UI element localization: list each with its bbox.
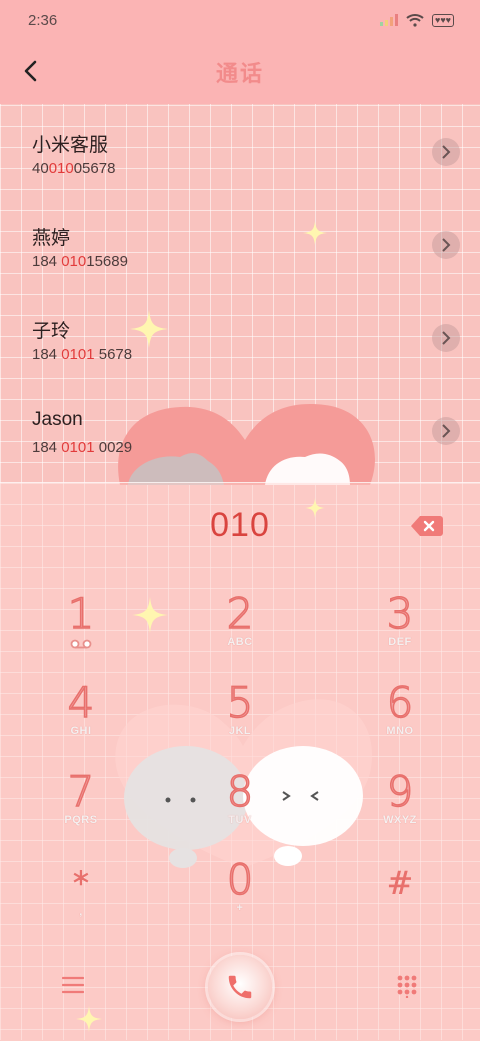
contact-row[interactable]: 燕婷 184 01015689 <box>0 197 480 290</box>
status-bar: 2:36 ♥♥♥ <box>0 0 480 40</box>
dial-number-display[interactable]: 010 <box>0 506 480 552</box>
contact-name: 子玲 <box>32 321 71 342</box>
wifi-icon <box>406 14 424 27</box>
dial-key-4[interactable]: 4 GHI <box>36 680 126 761</box>
chevron-right-icon <box>442 238 451 252</box>
phone-icon <box>228 975 252 999</box>
status-icons: ♥♥♥ <box>379 13 454 27</box>
dial-key-1[interactable]: 1 <box>36 591 126 672</box>
contact-name: 小米客服 <box>32 135 109 156</box>
dial-key-6[interactable]: 6 MNO <box>355 680 445 761</box>
status-time: 2:36 <box>28 11 58 29</box>
chevron-left-icon <box>24 60 37 82</box>
contact-detail-button[interactable] <box>432 138 460 166</box>
dial-key-0[interactable]: 0 + <box>195 857 285 938</box>
sparkle-icon <box>132 597 168 633</box>
voicemail-icon <box>70 639 92 649</box>
keypad-icon[interactable] <box>396 974 418 998</box>
sparkle-icon <box>130 310 168 348</box>
chevron-right-icon <box>442 424 451 438</box>
contact-detail-button[interactable] <box>432 324 460 352</box>
dial-key-7[interactable]: 7 PQRS <box>36 769 126 850</box>
contact-number: 184 0101 0029 <box>32 439 133 456</box>
chevron-right-icon <box>442 145 451 159</box>
dial-key-2[interactable]: 2 ABC <box>195 591 285 672</box>
dial-key-5[interactable]: 5 JKL <box>195 680 285 761</box>
sparkle-icon <box>76 1006 102 1032</box>
dial-key-hash[interactable]: # <box>355 862 445 942</box>
contact-number: 184 0101 5678 <box>32 346 133 363</box>
signal-icon <box>379 14 398 26</box>
back-button[interactable] <box>16 56 46 86</box>
contact-detail-button[interactable] <box>432 417 460 445</box>
dial-key-star[interactable]: * , <box>36 862 126 942</box>
battery-icon: ♥♥♥ <box>431 13 454 27</box>
backspace-icon[interactable] <box>410 514 444 538</box>
contact-name: 燕婷 <box>32 228 71 249</box>
contact-row[interactable]: 小米客服 4001005678 <box>0 104 480 197</box>
contact-number: 4001005678 <box>32 160 116 177</box>
contact-row[interactable]: Jason 184 0101 0029 <box>0 383 480 476</box>
dial-key-9[interactable]: 9 WXYZ <box>355 769 445 850</box>
contact-name: Jason <box>32 409 83 430</box>
contact-number: 184 01015689 <box>32 253 128 270</box>
menu-icon[interactable] <box>62 976 84 994</box>
sparkle-icon <box>303 221 327 245</box>
page-title: 通话 <box>215 61 264 86</box>
contact-detail-button[interactable] <box>432 231 460 259</box>
dial-key-8[interactable]: 8 TUV <box>195 769 285 850</box>
call-button[interactable] <box>208 955 272 1019</box>
chevron-right-icon <box>442 331 451 345</box>
app-header: 通话 <box>0 40 480 104</box>
dial-key-3[interactable]: 3 DEF <box>355 591 445 672</box>
contact-row[interactable]: 子玲 184 0101 5678 <box>0 290 480 383</box>
